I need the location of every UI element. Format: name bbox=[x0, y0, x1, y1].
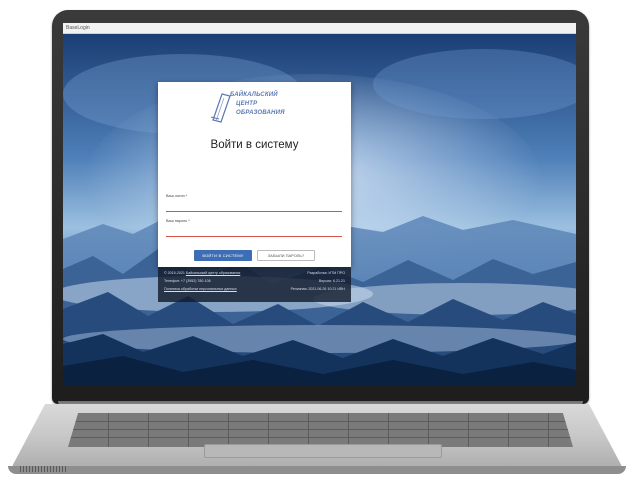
keyboard-row-divider bbox=[68, 429, 573, 430]
page-title: Войти в систему bbox=[210, 139, 299, 151]
login-panel: БАЙКАЛЬСКИЙ ЦЕНТР ОБРАЗОВАНИЯ Войти в си… bbox=[158, 82, 351, 267]
privacy-policy-link[interactable]: Политика обработки персональных данных bbox=[164, 285, 237, 293]
copyright: © 2015-2021 Байкальский центр образовани… bbox=[164, 269, 240, 277]
login-button[interactable]: ВОЙТИ В СИСТЕМУ bbox=[194, 250, 252, 261]
keyboard-col-divider bbox=[268, 413, 269, 447]
keyboard-col-divider bbox=[348, 413, 349, 447]
keyboard-col-divider bbox=[548, 413, 549, 447]
keyboard-col-divider bbox=[468, 413, 469, 447]
keyboard bbox=[68, 413, 573, 447]
keyboard-col-divider bbox=[388, 413, 389, 447]
keyboard-row-divider bbox=[68, 421, 573, 422]
keyboard-col-divider bbox=[508, 413, 509, 447]
vent-grille bbox=[20, 466, 66, 472]
forgot-password-button[interactable]: ЗАБЫЛИ ПАРОЛЬ? bbox=[257, 250, 315, 261]
login-footer: © 2015-2021 Байкальский центр образовани… bbox=[158, 267, 351, 302]
keyboard-col-divider bbox=[228, 413, 229, 447]
phone-text: Телефон: +7 (3952) 780-106 bbox=[164, 279, 211, 283]
laptop-front-edge bbox=[8, 466, 626, 474]
login-input[interactable] bbox=[166, 202, 342, 212]
keyboard-col-divider bbox=[308, 413, 309, 447]
keyboard-col-divider bbox=[108, 413, 109, 447]
keyboard-col-divider bbox=[148, 413, 149, 447]
keyboard-row-divider bbox=[68, 437, 573, 438]
password-label: Ваш пароль * bbox=[166, 219, 190, 223]
release-text: Релизная: 2021.06.26 10:21 ИВН bbox=[290, 287, 345, 291]
logo: БАЙКАЛЬСКИЙ ЦЕНТР ОБРАЗОВАНИЯ bbox=[210, 88, 310, 128]
keyboard-col-divider bbox=[428, 413, 429, 447]
window-titlebar: BaseLogin bbox=[63, 23, 576, 34]
logo-line-3: ОБРАЗОВАНИЯ bbox=[236, 110, 285, 116]
login-label: Ваш логин * bbox=[166, 194, 188, 198]
keyboard-col-divider bbox=[188, 413, 189, 447]
touchpad bbox=[204, 444, 442, 458]
logo-line-1: БАЙКАЛЬСКИЙ bbox=[230, 92, 278, 98]
version-text: Версия: 6.21.21 bbox=[318, 279, 345, 283]
copyright-link[interactable]: Байкальский центр образования bbox=[186, 271, 240, 275]
copyright-years: © 2015-2021 bbox=[164, 271, 185, 275]
book-logo-icon bbox=[210, 93, 231, 123]
developer-text: Разработка: ИТМ ПРО bbox=[307, 271, 345, 275]
logo-line-2: ЦЕНТР bbox=[236, 101, 258, 107]
password-input[interactable] bbox=[166, 227, 342, 237]
